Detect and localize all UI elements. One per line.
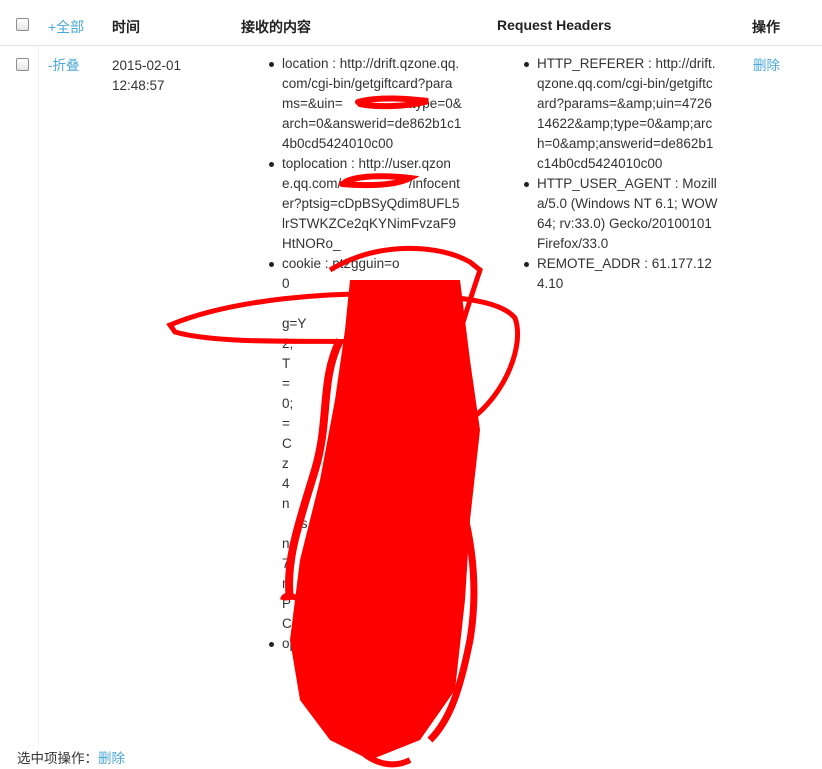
footer-delete-link[interactable]: 删除 (98, 751, 125, 766)
header-item-user-agent: HTTP_USER_AGENT : Mozilla/5.0 (Windows N… (524, 174, 719, 254)
row-checkbox[interactable] (16, 58, 29, 71)
content-column-header: 接收的内容 (241, 19, 311, 35)
request-headers-column-header: Request Headers (497, 17, 612, 33)
select-all-link[interactable]: +全部 (48, 17, 84, 37)
timestamp-time: 12:48:57 (112, 78, 165, 93)
content-item-cookie: cookie : pt2gguin=o0 Loading=Y 4223112; … (269, 254, 462, 634)
footer-actions: 选中项操作：删除 (17, 747, 125, 767)
timestamp-date: 2015-02-01 (112, 58, 182, 73)
select-all-checkbox[interactable] (16, 18, 29, 31)
content-item-location: location : http://drift.qzone.qq.com/cgi… (269, 54, 462, 154)
content-item-toplocation: toplocation : http://user.qzone.qq.com/ … (269, 154, 462, 254)
column-divider (38, 44, 39, 744)
request-headers-list: HTTP_REFERER : http://drift.qzone.qq.com… (524, 54, 719, 294)
footer-label: 选中项操作： (17, 751, 98, 766)
header-item-referer: HTTP_REFERER : http://drift.qzone.qq.com… (524, 54, 719, 174)
fold-link[interactable]: -折叠 (48, 56, 80, 76)
action-column-header: 操作 (752, 19, 780, 35)
header-item-remote-addr: REMOTE_ADDR : 61.177.124.10 (524, 254, 719, 294)
row-delete-link[interactable]: 删除 (753, 56, 780, 76)
time-column-header: 时间 (112, 19, 140, 35)
content-item-opener: opene (269, 634, 462, 654)
table-header: +全部 时间 接收的内容 Request Headers 操作 (0, 0, 822, 46)
received-content-list: location : http://drift.qzone.qq.com/cgi… (269, 54, 462, 654)
timestamp: 2015-02-01 12:48:57 (112, 56, 181, 96)
